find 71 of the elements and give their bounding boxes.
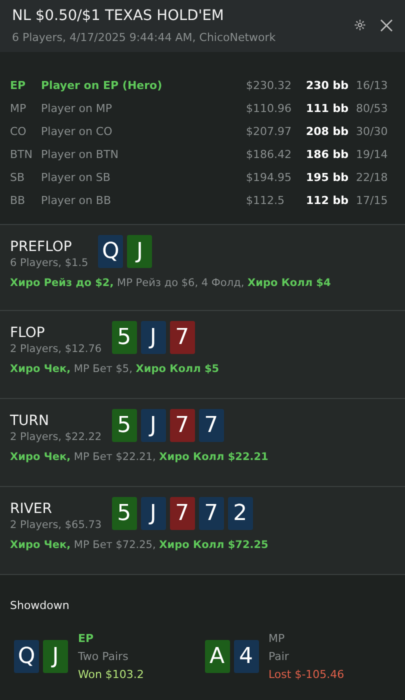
playing-card: A xyxy=(204,640,230,673)
hand-position: EP xyxy=(78,632,95,645)
hand-rank: Two Pairs xyxy=(78,650,130,663)
player-position: BTN xyxy=(10,148,34,161)
player-stack-bb: 208 bb xyxy=(306,125,350,138)
player-stats: 17/15 xyxy=(356,194,389,207)
player-stats: 22/18 xyxy=(356,171,389,184)
playing-card: J xyxy=(140,409,166,442)
player-stack: $230.32 xyxy=(246,79,292,92)
street-info: 2 Players, $65.73 xyxy=(10,519,102,531)
hand-result: Won $103.2 xyxy=(78,668,144,681)
playing-card: 7 xyxy=(198,497,224,530)
playing-card: J xyxy=(140,497,166,530)
street-name: RIVER xyxy=(10,501,54,517)
hand-subtitle: 6 Players, 4/17/2025 9:44:44 AM, ChicoNetwork xyxy=(12,31,276,44)
playing-card: 5 xyxy=(112,321,137,354)
player-name: Player on BB xyxy=(41,194,112,207)
player-stack: $110.96 xyxy=(246,102,292,115)
playing-card: 5 xyxy=(112,497,137,530)
player-stats: 30/30 xyxy=(356,125,389,138)
player-stack-bb: 230 bb xyxy=(306,79,350,92)
playing-card: Q xyxy=(14,640,39,673)
player-position: BB xyxy=(10,194,26,207)
player-position: EP xyxy=(10,79,27,92)
playing-card: 2 xyxy=(228,497,253,530)
player-stack-bb: 186 bb xyxy=(306,148,350,161)
player-stack: $207.97 xyxy=(246,125,292,138)
player-name: Player on BTN xyxy=(41,148,120,161)
settings-icon[interactable] xyxy=(354,19,366,31)
street-info: 2 Players, $22.22 xyxy=(10,431,102,443)
street-actions: Хиро Чек, MP Бет $5, Хиро Колл $5 xyxy=(10,363,220,375)
playing-card: 7 xyxy=(170,497,195,530)
player-position: SB xyxy=(10,171,26,184)
playing-card: 7 xyxy=(198,409,224,442)
hand-position: MP xyxy=(268,632,286,645)
playing-card: J xyxy=(43,640,68,673)
hand-result: Lost $-105.46 xyxy=(268,668,344,681)
hand-rank: Pair xyxy=(268,650,290,663)
street-actions: Хиро Рейз до $2, MP Рейз до $6, 4 Фолд, Хиро Колл $4 xyxy=(10,277,332,289)
street-actions: Хиро Чек, MP Бет $22.21, Хиро Колл $22.21 xyxy=(10,451,270,463)
player-position: MP xyxy=(10,102,28,115)
close-icon[interactable] xyxy=(380,18,393,32)
player-stack: $112.5 xyxy=(246,194,286,207)
playing-card: 4 xyxy=(234,640,258,673)
player-stack-bb: 195 bb xyxy=(306,171,350,184)
player-stats: 19/14 xyxy=(356,148,389,161)
showdown-title: Showdown xyxy=(10,599,70,612)
player-position: CO xyxy=(10,125,28,138)
street-actions: Хиро Чек, MP Бет $72.25, Хиро Колл $72.25 xyxy=(10,539,270,551)
player-name: Player on CO xyxy=(41,125,114,138)
street-info: 2 Players, $12.76 xyxy=(10,343,102,355)
street-name: PREFLOP xyxy=(10,239,73,255)
player-stack-bb: 111 bb xyxy=(306,102,350,115)
player-stats: 16/13 xyxy=(356,79,389,92)
street-name: TURN xyxy=(10,413,50,429)
street-info: 6 Players, $1.5 xyxy=(10,257,88,269)
player-stack: $186.42 xyxy=(246,148,292,161)
player-stack-bb: 112 bb xyxy=(306,194,350,207)
playing-card: 7 xyxy=(170,409,195,442)
playing-card: J xyxy=(140,321,166,354)
playing-card: J xyxy=(127,235,152,268)
playing-card: Q xyxy=(98,235,124,268)
player-stats: 80/53 xyxy=(356,102,389,115)
player-name: Player on MP xyxy=(41,102,114,115)
street-name: FLOP xyxy=(10,325,46,341)
player-stack: $194.95 xyxy=(246,171,292,184)
window-title: NL $0.50/$1 TEXAS HOLD'EM xyxy=(12,8,225,24)
playing-card: 7 xyxy=(170,321,195,354)
player-name: Player on EP (Hero) xyxy=(41,79,164,92)
player-name: Player on SB xyxy=(41,171,112,184)
playing-card: 5 xyxy=(112,409,137,442)
